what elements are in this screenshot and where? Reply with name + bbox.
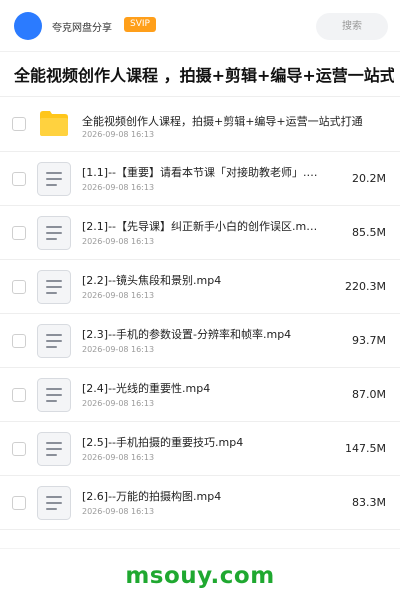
svip-badge: SVIP — [124, 17, 156, 32]
folder-row[interactable]: 全能视频创作人课程，拍摄+剪辑+编导+运营一站式打通 2026-09-08 16:… — [0, 96, 400, 152]
share-owner-name: 夸克网盘分享 — [52, 23, 112, 34]
file-icon — [37, 324, 71, 358]
watermark-text: msouy.com — [125, 563, 275, 589]
file-icon — [37, 270, 71, 304]
file-name[interactable]: [2.6]--万能的拍摄构图.mp4 — [82, 488, 322, 504]
file-name[interactable]: [2.4]--光线的重要性.mp4 — [82, 380, 322, 396]
header-bar: 夸克网盘分享 SVIP 搜索 — [0, 0, 400, 52]
file-row[interactable]: [2.5]--手机拍摄的重要技巧.mp4 2026-09-08 16:13 147.… — [0, 422, 400, 476]
file-size: 220.3M — [345, 280, 386, 293]
file-name[interactable]: [2.3]--手机的参数设置-分辨率和帧率.mp4 — [82, 326, 322, 342]
file-date: 2026-09-08 16:13 — [82, 183, 155, 192]
row-checkbox[interactable] — [12, 226, 26, 240]
file-list: 全能视频创作人课程，拍摄+剪辑+编导+运营一站式打通 2026-09-08 16:… — [0, 96, 400, 530]
row-checkbox[interactable] — [12, 496, 26, 510]
file-date: 2026-09-08 16:13 — [82, 237, 155, 246]
row-checkbox[interactable] — [12, 388, 26, 402]
file-row[interactable]: [2.3]--手机的参数设置-分辨率和帧率.mp4 2026-09-08 16:1… — [0, 314, 400, 368]
file-icon — [37, 216, 71, 250]
file-size: 83.3M — [352, 496, 386, 509]
file-row[interactable]: [1.1]--【重要】请看本节课「对接助教老师」.… 2026-09-08 16:… — [0, 152, 400, 206]
file-date: 2026-09-08 16:13 — [82, 291, 155, 300]
row-checkbox[interactable] — [12, 334, 26, 348]
page-title: 全能视频创作人课程 ，拍摄+剪辑+编导+运营一站式打通 — [14, 66, 394, 85]
search-input[interactable]: 搜索 — [316, 13, 388, 40]
file-name[interactable]: [2.1]--【先导课】纠正新手小白的创作误区.m… — [82, 218, 322, 234]
file-name[interactable]: [2.5]--手机拍摄的重要技巧.mp4 — [82, 434, 322, 450]
file-row[interactable]: [2.6]--万能的拍摄构图.mp4 2026-09-08 16:13 83.3M — [0, 476, 400, 530]
file-date: 2026-09-08 16:13 — [82, 507, 155, 516]
file-date: 2026-09-08 16:13 — [82, 130, 155, 139]
file-icon — [37, 162, 71, 196]
folder-icon — [40, 110, 68, 136]
file-row[interactable]: [2.2]--镜头焦段和景别.mp4 2026-09-08 16:13 220.3M — [0, 260, 400, 314]
file-size: 85.5M — [352, 226, 386, 239]
file-row[interactable]: [2.1]--【先导课】纠正新手小白的创作误区.m… 2026-09-08 16:… — [0, 206, 400, 260]
row-checkbox[interactable] — [12, 442, 26, 456]
file-date: 2026-09-08 16:13 — [82, 399, 155, 408]
file-date: 2026-09-08 16:13 — [82, 453, 155, 462]
row-checkbox[interactable] — [12, 172, 26, 186]
file-date: 2026-09-08 16:13 — [82, 345, 155, 354]
avatar[interactable] — [14, 12, 42, 40]
file-row[interactable]: [2.4]--光线的重要性.mp4 2026-09-08 16:13 87.0M — [0, 368, 400, 422]
file-icon — [37, 486, 71, 520]
file-size: 93.7M — [352, 334, 386, 347]
file-icon — [37, 432, 71, 466]
file-name[interactable]: [2.2]--镜头焦段和景别.mp4 — [82, 272, 322, 288]
row-checkbox[interactable] — [12, 117, 26, 131]
file-size: 147.5M — [345, 442, 386, 455]
file-size: 87.0M — [352, 388, 386, 401]
row-checkbox[interactable] — [12, 280, 26, 294]
file-name[interactable]: 全能视频创作人课程，拍摄+剪辑+编导+运营一站式打通 — [82, 113, 382, 129]
file-icon — [37, 378, 71, 412]
file-name[interactable]: [1.1]--【重要】请看本节课「对接助教老师」.… — [82, 164, 322, 180]
file-size: 20.2M — [352, 172, 386, 185]
